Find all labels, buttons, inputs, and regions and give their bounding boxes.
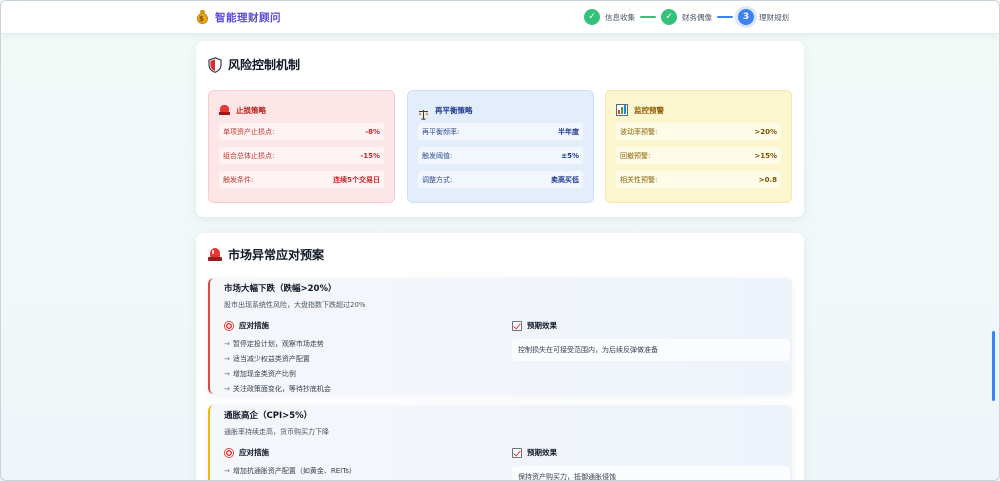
measures-list: → 增加抗通胀资产配置（如黄金、REITs） (224, 463, 356, 478)
monitor-panel: 监控预警 波动率预警: >20% 回撤预警: >15% 相关性预警: >0.8 (605, 90, 792, 203)
market-section-title: 市场异常应对预案 (228, 248, 325, 262)
bar-chart-icon (616, 104, 628, 116)
stop-loss-panel: 止损策略 单项资产止损点: -8% 组合总体止损点: -15% 触发条件: 连续5个交… (208, 90, 395, 203)
target-icon (224, 320, 234, 331)
effect-header: 预期效果 (512, 447, 557, 458)
balance-scale-icon (418, 105, 429, 120)
list-item: → 暂停定投计划，观察市场走势 (224, 339, 324, 348)
section-title: 风险控制机制 (208, 56, 300, 73)
step-number: 3 (738, 9, 754, 25)
checkbox-icon (512, 320, 522, 331)
effect-text: 保持资产购买力，抵御通胀侵蚀 (512, 466, 790, 480)
shield-icon (208, 56, 222, 73)
monitor-title: 监控预警 (634, 105, 664, 115)
risk-control-card: 风险控制机制 止损策略 单项资产止损点: -8% 组合总体止损点: -15% 触发条… (196, 41, 804, 217)
effect-text: 控制损失在可接受范围内，为后续反弹做准备 (512, 339, 790, 361)
param-row: 回撤预警: >15% (616, 147, 781, 164)
measures-header: 应对措施 (224, 447, 269, 458)
checkbox-icon (512, 447, 522, 458)
effect-header: 预期效果 (512, 320, 557, 331)
check-icon: ✓ (584, 9, 600, 25)
measures-header: 应对措施 (224, 320, 269, 331)
step-connector (640, 16, 656, 18)
step-planning[interactable]: 3 理财规划 (738, 9, 789, 25)
param-row: 触发条件: 连续5个交易日 (219, 171, 384, 188)
app-window: $ 智能理财顾问 ✓ 信息收集 ✓ 财务偶像 3 理财规划 风险控制机制 止损策… (0, 0, 1000, 481)
scenario-market-crash: 市场大幅下跌（跌幅>20%） 股市出现系统性风险，大盘指数下跌超过20% 应对措… (208, 278, 792, 394)
scenario-desc: 股市出现系统性风险，大盘指数下跌超过20% (224, 301, 366, 309)
risk-section-title: 风险控制机制 (228, 58, 301, 72)
list-item: → 增加现金类资产比例 (224, 369, 296, 378)
app-title: 智能理财顾问 (215, 12, 281, 24)
brand[interactable]: $ 智能理财顾问 (196, 10, 281, 25)
scenario-desc: 通胀率持续走高，货币购买力下降 (224, 428, 329, 436)
param-row: 再平衡频率: 半年度 (418, 123, 583, 140)
rebalance-title: 再平衡策略 (435, 105, 473, 115)
step-finance-profile[interactable]: ✓ 财务偶像 (661, 9, 712, 25)
siren-icon (208, 248, 222, 261)
param-row: 调整方式: 卖高买低 (418, 171, 583, 188)
param-row: 触发阈值: ±5% (418, 147, 583, 164)
step-label: 财务偶像 (682, 12, 712, 22)
scrollbar-thumb[interactable] (992, 331, 995, 401)
param-row: 单项资产止损点: -8% (219, 123, 384, 140)
target-icon (224, 447, 234, 458)
list-item: → 关注政策面变化，等待抄底机会 (224, 384, 331, 393)
progress-steps: ✓ 信息收集 ✓ 财务偶像 3 理财规划 (584, 9, 789, 25)
param-row: 相关性预警: >0.8 (616, 171, 781, 188)
market-contingency-card: 市场异常应对预案 市场大幅下跌（跌幅>20%） 股市出现系统性风险，大盘指数下跌… (196, 233, 804, 480)
top-bar: $ 智能理财顾问 ✓ 信息收集 ✓ 财务偶像 3 理财规划 (1, 1, 999, 34)
scenario-title: 通胀高企（CPI>5%） (224, 411, 313, 421)
money-bag-icon: $ (196, 10, 209, 25)
list-item: → 适当减少权益类资产配置 (224, 354, 310, 363)
param-row: 波动率预警: >20% (616, 123, 781, 140)
list-item: → 增加抗通胀资产配置（如黄金、REITs） (224, 466, 356, 475)
stop-loss-title: 止损策略 (236, 105, 266, 115)
measures-list: → 暂停定投计划，观察市场走势 → 适当减少权益类资产配置 → 增加现金类资产比例 →… (224, 336, 331, 396)
rebalance-panel: 再平衡策略 再平衡频率: 半年度 触发阈值: ±5% 调整方式: 卖高买低 (407, 90, 594, 203)
scenario-inflation: 通胀高企（CPI>5%） 通胀率持续走高，货币购买力下降 应对措施 预期效果 →… (208, 405, 792, 480)
step-connector (717, 16, 733, 18)
siren-icon (219, 105, 230, 115)
step-label: 信息收集 (605, 12, 635, 22)
scenario-title: 市场大幅下跌（跌幅>20%） (224, 284, 337, 294)
param-row: 组合总体止损点: -15% (219, 147, 384, 164)
check-icon: ✓ (661, 9, 677, 25)
step-info-collect[interactable]: ✓ 信息收集 (584, 9, 635, 25)
step-label: 理财规划 (759, 12, 789, 22)
section-title: 市场异常应对预案 (208, 246, 324, 263)
